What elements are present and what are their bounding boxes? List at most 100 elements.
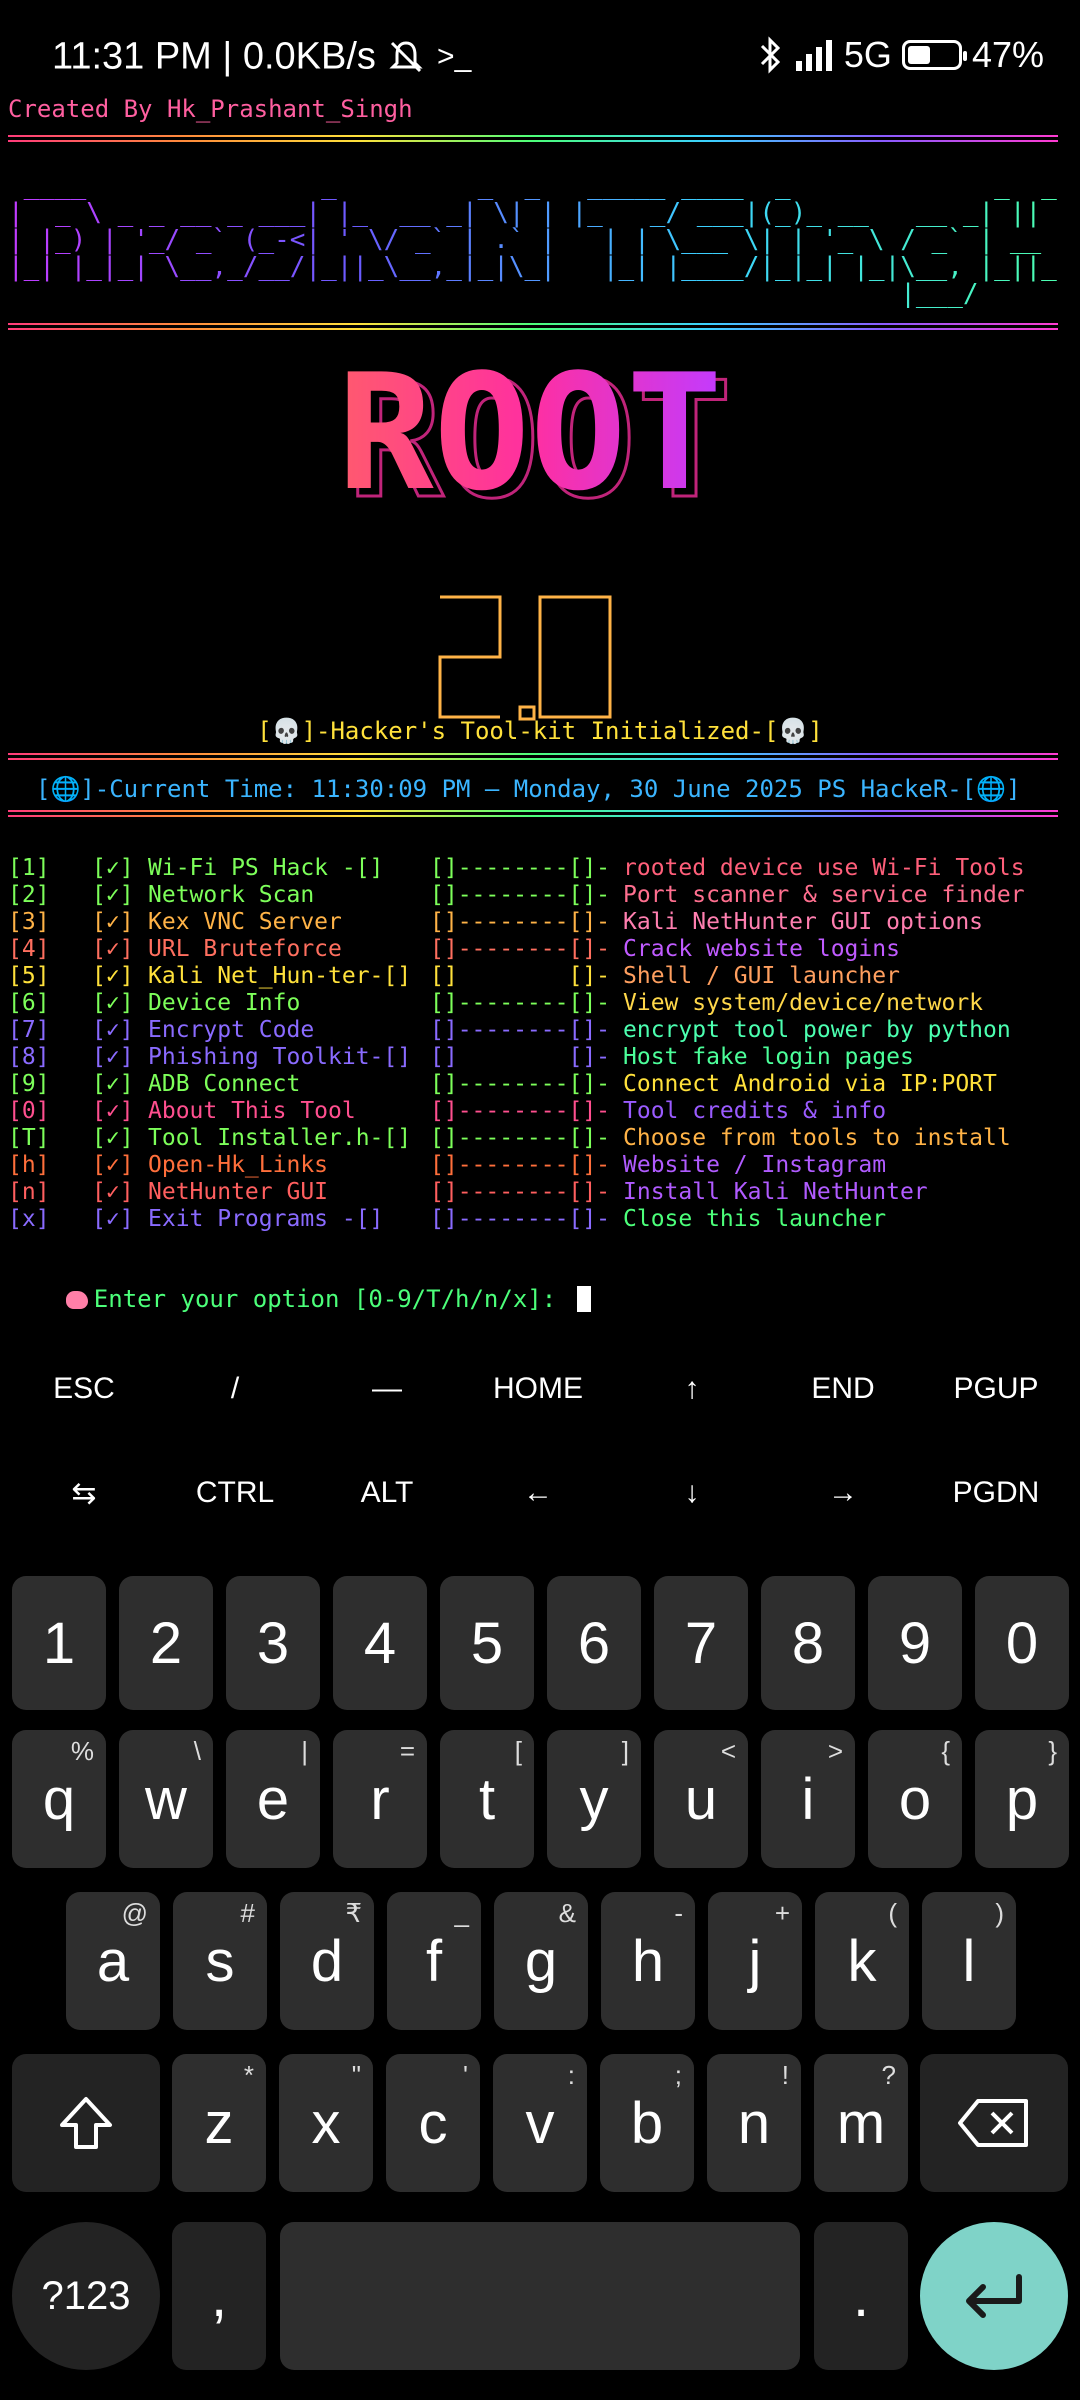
extra-key[interactable]: ↑ <box>617 1372 767 1406</box>
key-i[interactable]: i > <box>761 1730 855 1868</box>
key-label: v <box>525 2090 555 2156</box>
key-alt-label: | <box>301 1736 308 1766</box>
period-key[interactable]: . <box>814 2222 908 2370</box>
key-m[interactable]: m? <box>814 2054 908 2192</box>
key-a[interactable]: a @ <box>66 1892 160 2030</box>
key-alt-label: * <box>243 2060 254 2090</box>
key-alt-label: # <box>240 1898 255 1928</box>
extra-key[interactable]: — <box>312 1372 462 1406</box>
extra-key[interactable]: CTRL <box>160 1476 310 1510</box>
root-logo: ROOT ROOT <box>337 360 734 510</box>
extra-key[interactable]: / <box>160 1372 310 1406</box>
key-b[interactable]: b; <box>600 2054 694 2192</box>
key-z[interactable]: z * <box>172 2054 266 2192</box>
extra-key[interactable]: ALT <box>312 1476 462 1510</box>
key-9[interactable]: 9 <box>868 1576 962 1710</box>
extra-key[interactable]: HOME <box>463 1372 613 1406</box>
key-t[interactable]: t[ <box>440 1730 534 1868</box>
menu-key: [9] <box>8 1071 50 1097</box>
key-1[interactable]: 1 <box>12 1576 106 1710</box>
key-p[interactable]: p} <box>975 1730 1069 1868</box>
input-prompt[interactable]: Enter your option [0-9/T/h/n/x]: <box>8 1257 591 1341</box>
key-f[interactable]: f _ <box>387 1892 481 2030</box>
key-s[interactable]: s # <box>173 1892 267 2030</box>
menu-desc: encrypt tool power by python <box>623 1017 1011 1043</box>
key-r[interactable]: r = <box>333 1730 427 1868</box>
key-g[interactable]: g & <box>494 1892 588 2030</box>
menu-desc: rooted device use Wi-Fi Tools <box>623 855 1025 881</box>
key-alt-label: ₹ <box>345 1898 362 1928</box>
menu-row: [h] [✓] Open-Hk_Links []--------[]- Website … <box>8 1152 1072 1179</box>
extra-key[interactable]: ← <box>463 1476 613 1510</box>
menu-name: Device Info <box>148 990 301 1016</box>
key-o[interactable]: o{ <box>868 1730 962 1868</box>
menu-check: [✓] <box>92 990 134 1016</box>
menu-row: [4] [✓] URL Bruteforce []--------[]- Crack w… <box>8 936 1072 963</box>
key-label: . <box>852 2263 870 2329</box>
extra-key[interactable]: → <box>768 1476 918 1510</box>
space-bar[interactable] <box>280 2222 800 2370</box>
menu-key: [h] <box>8 1152 50 1178</box>
key-h[interactable]: h- <box>601 1892 695 2030</box>
symbols-key[interactable]: ?123 <box>12 2222 160 2370</box>
menu-check: [✓] <box>92 1125 134 1151</box>
key-c[interactable]: c ' <box>386 2054 480 2192</box>
key-l[interactable]: l) <box>922 1892 1016 2030</box>
key-e[interactable]: e | <box>226 1730 320 1868</box>
menu-desc: Website / Instagram <box>623 1152 887 1178</box>
key-n[interactable]: n! <box>707 2054 801 2192</box>
status-speed: 0.0KB/s <box>242 35 376 78</box>
backspace-key[interactable] <box>920 2054 1068 2192</box>
extra-key[interactable]: PGDN <box>921 1476 1071 1510</box>
key-j[interactable]: j + <box>708 1892 802 2030</box>
extra-key[interactable]: ↓ <box>617 1476 767 1510</box>
key-label: p <box>1005 1766 1039 1832</box>
menu-name: URL Bruteforce <box>148 936 342 962</box>
menu-dash: []--------[]- <box>430 1125 611 1151</box>
key-u[interactable]: u < <box>654 1730 748 1868</box>
key-8[interactable]: 8 <box>761 1576 855 1710</box>
key-d[interactable]: d ₹ <box>280 1892 374 2030</box>
extra-key[interactable]: ⇆ <box>9 1476 159 1511</box>
key-label: m <box>836 2090 886 2156</box>
comma-key[interactable]: , <box>172 2222 266 2370</box>
key-alt-label: " <box>351 2060 361 2090</box>
key-v[interactable]: v: <box>493 2054 587 2192</box>
menu-desc: Choose from tools to install <box>623 1125 1011 1151</box>
terminal-view[interactable]: Created By Hk_Prashant_Singh ____ _ _ _ … <box>0 95 1080 1315</box>
enter-key[interactable] <box>920 2222 1068 2370</box>
key-7[interactable]: 7 <box>654 1576 748 1710</box>
tool-menu: [1] [✓] Wi-Fi PS Hack -[] []--------[]- root… <box>8 855 1072 1233</box>
extra-key[interactable]: PGUP <box>921 1372 1071 1406</box>
key-0[interactable]: 0 <box>975 1576 1069 1710</box>
menu-row: [5] [✓] Kali Net_Hun-ter-[] [] []- Shell / G… <box>8 963 1072 990</box>
key-x[interactable]: x " <box>279 2054 373 2192</box>
menu-key: [x] <box>8 1206 50 1232</box>
menu-key: [5] <box>8 963 50 989</box>
menu-desc: Close this launcher <box>623 1206 887 1232</box>
extra-key[interactable]: ESC <box>9 1372 159 1406</box>
extra-keys-bar: ESC / — HOME ↑ END PGUP ⇆ CTRL ALT ← ↓ → PGDN <box>0 1340 1080 1540</box>
menu-row: [n] [✓] NetHunter GUI []--------[]- Install … <box>8 1179 1072 1206</box>
shift-key[interactable] <box>12 2054 160 2192</box>
menu-check: [✓] <box>92 1152 134 1178</box>
menu-check: [✓] <box>92 1179 134 1205</box>
menu-row: [x] [✓] Exit Programs -[] []--------[]- Clos… <box>8 1206 1072 1233</box>
key-4[interactable]: 4 <box>333 1576 427 1710</box>
key-5[interactable]: 5 <box>440 1576 534 1710</box>
key-2[interactable]: 2 <box>119 1576 213 1710</box>
key-k[interactable]: k( <box>815 1892 909 2030</box>
key-3[interactable]: 3 <box>226 1576 320 1710</box>
key-6[interactable]: 6 <box>547 1576 641 1710</box>
menu-row: [7] [✓] Encrypt Code []--------[]- encrypt t… <box>8 1017 1072 1044</box>
menu-key: [4] <box>8 936 50 962</box>
ascii-banner: ____ _ _ _ _____ ____ _ _ _ | _ \ _ _ __… <box>8 173 1072 323</box>
key-y[interactable]: y] <box>547 1730 641 1868</box>
menu-name: Open-Hk_Links <box>148 1152 329 1178</box>
key-q[interactable]: q% <box>12 1730 106 1868</box>
extra-key[interactable]: END <box>768 1372 918 1406</box>
menu-desc: Port scanner & service finder <box>623 882 1025 908</box>
status-separator: | <box>222 35 243 78</box>
menu-row: [6] [✓] Device Info []--------[]- View syste… <box>8 990 1072 1017</box>
key-w[interactable]: w \ <box>119 1730 213 1868</box>
